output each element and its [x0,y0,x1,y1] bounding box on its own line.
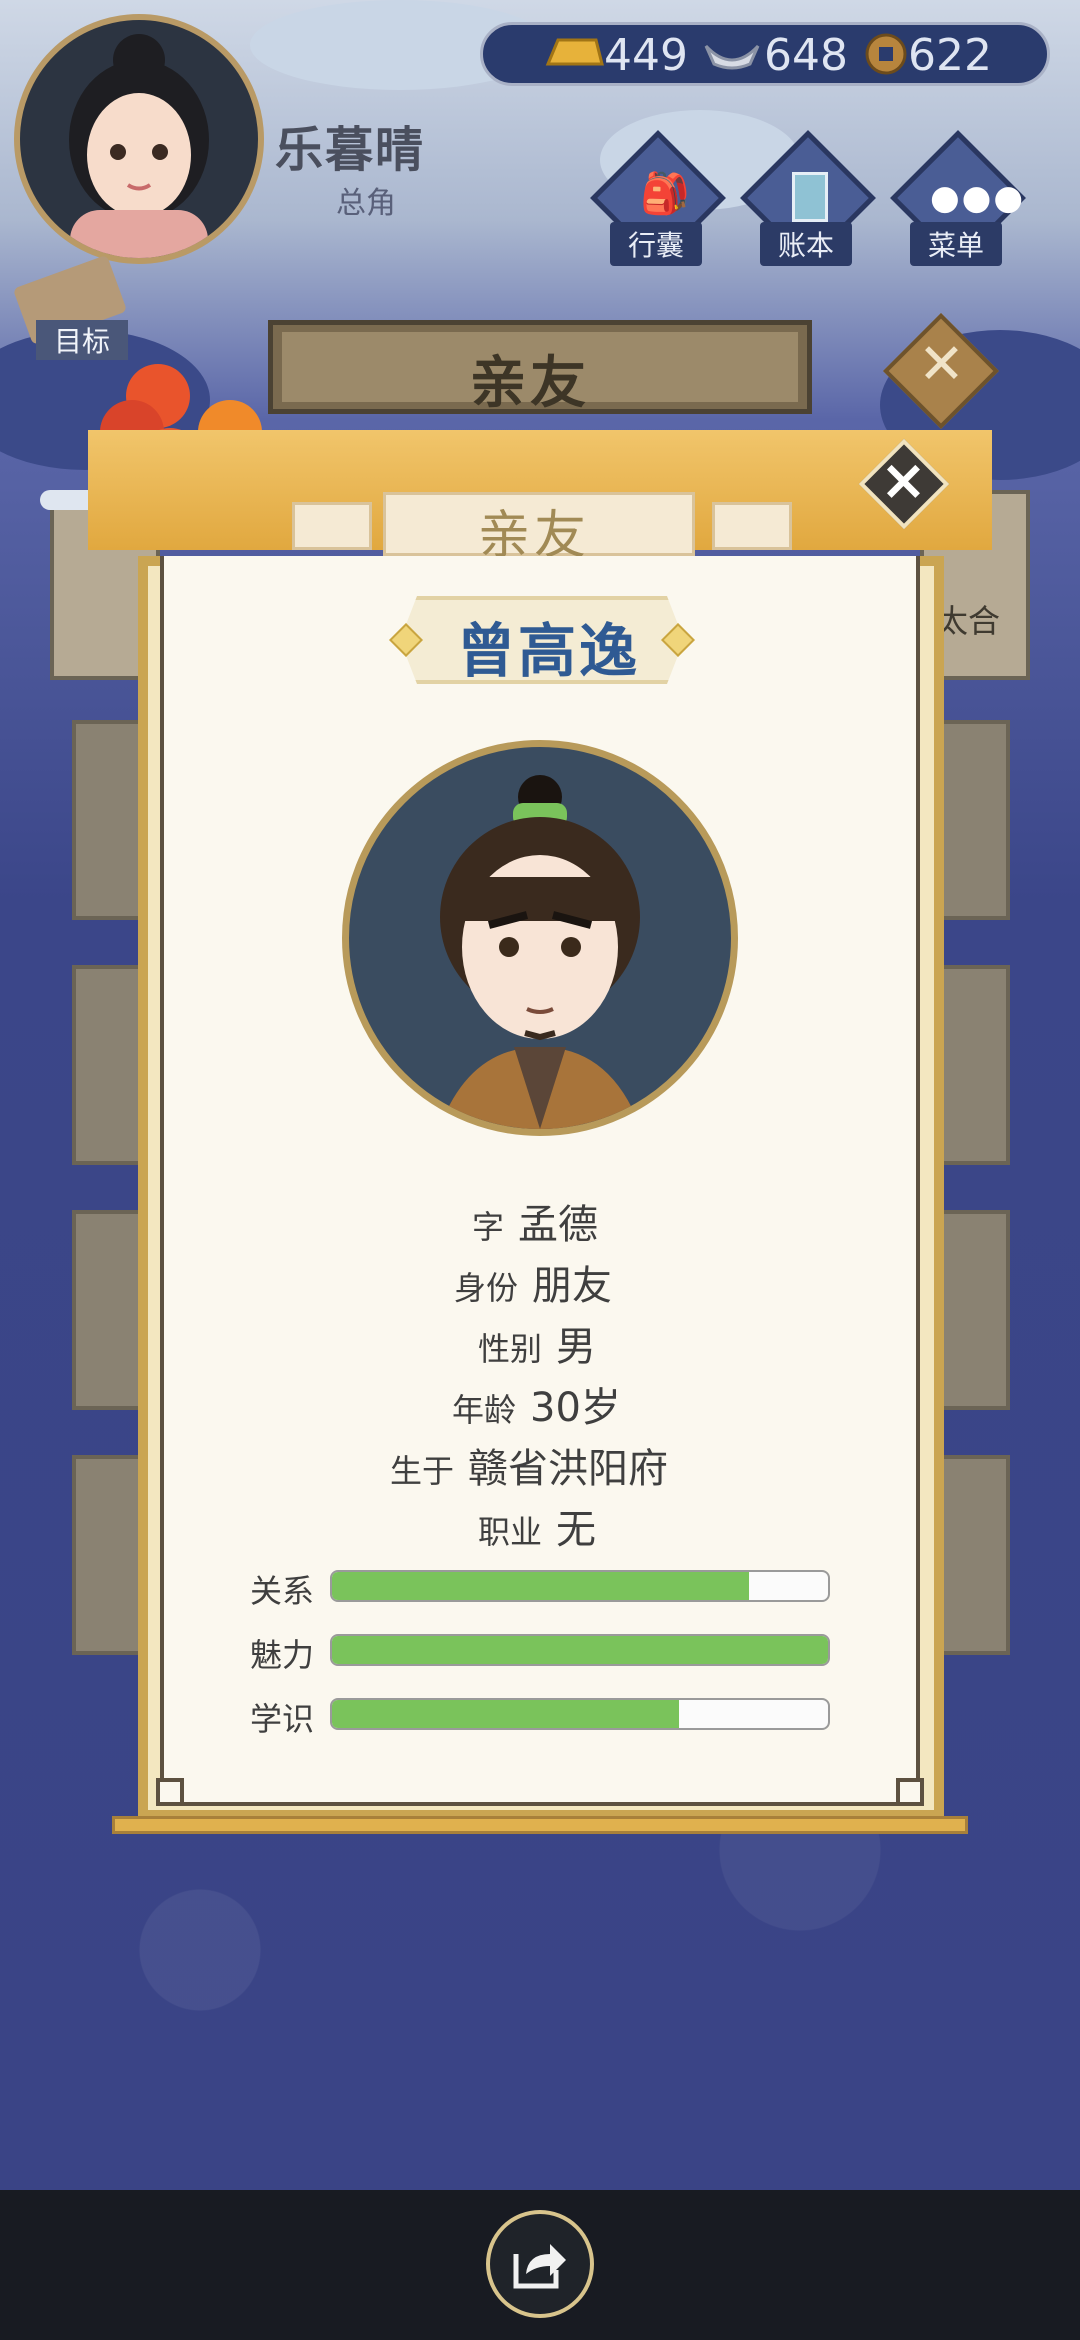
info-label: 年龄 [452,1391,517,1429]
share-icon [513,2244,566,2289]
info-gender: 性别男 [478,1314,596,1372]
close-icon: ✕ [918,332,965,397]
info-value: 男 [556,1324,597,1370]
relationship-bar-fill [332,1572,749,1600]
info-birthplace: 生于 赣省洪阳府 [390,1436,668,1494]
relationship-bar [330,1570,830,1602]
charm-label: 魅力 [250,1636,315,1674]
menu-dots-icon: ●●● [930,178,1026,218]
corner-ornament [156,1778,184,1806]
info-label: 职业 [478,1513,543,1551]
corner-ornament [896,1778,924,1806]
modal-base [112,1816,968,1834]
info-label: 身份 [454,1269,519,1307]
info-value: 30岁 [530,1385,621,1431]
info-label: 性别 [478,1330,543,1368]
character-name: 曾高逸 [457,617,641,685]
gold-amount: 449 [604,30,688,81]
section-title: 亲友 [470,351,590,416]
close-icon: × [880,448,927,513]
info-value: 孟德 [518,1202,599,1248]
info-label: 字 [472,1208,505,1246]
player-name: 乐暮晴 [275,122,426,178]
header-decoration [292,502,372,550]
bag-icon: 🎒 [640,171,690,217]
relationship-label: 关系 [250,1572,315,1610]
ledger-icon [792,172,828,222]
knowledge-bar-fill [332,1700,680,1728]
gold-bar-icon [545,38,604,66]
copper-coin-icon [865,33,907,75]
ledger-label[interactable]: 账本 [760,222,853,266]
copper-amount: 622 [908,30,992,81]
side-card-text: 太合 [936,602,1001,640]
character-portrait [342,740,738,1136]
info-value: 无 [556,1507,597,1553]
knowledge-bar [330,1698,830,1730]
info-value: 赣省洪阳府 [468,1446,669,1492]
knowledge-label: 学识 [250,1700,315,1738]
info-label: 生于 [390,1452,455,1490]
info-identity: 身份 朋友 [454,1253,612,1311]
info-occupation: 职业无 [478,1497,596,1555]
player-role: 总角 [336,186,396,221]
player-avatar[interactable] [14,14,264,264]
character-face-icon [439,775,641,1129]
header-decoration [712,502,792,550]
goal-label[interactable]: 目标 [36,320,129,360]
silver-ingot-icon [704,44,760,70]
charm-bar-fill [332,1636,828,1664]
silver-amount: 648 [764,30,848,81]
charm-bar [330,1634,830,1666]
info-courtesy-name: 字孟德 [472,1192,598,1250]
info-value: 朋友 [532,1263,613,1309]
player-portrait-icon [69,34,209,258]
menu-label[interactable]: 菜单 [910,222,1003,266]
info-age: 年龄 30岁 [452,1375,621,1433]
bag-label[interactable]: 行囊 [610,222,703,266]
